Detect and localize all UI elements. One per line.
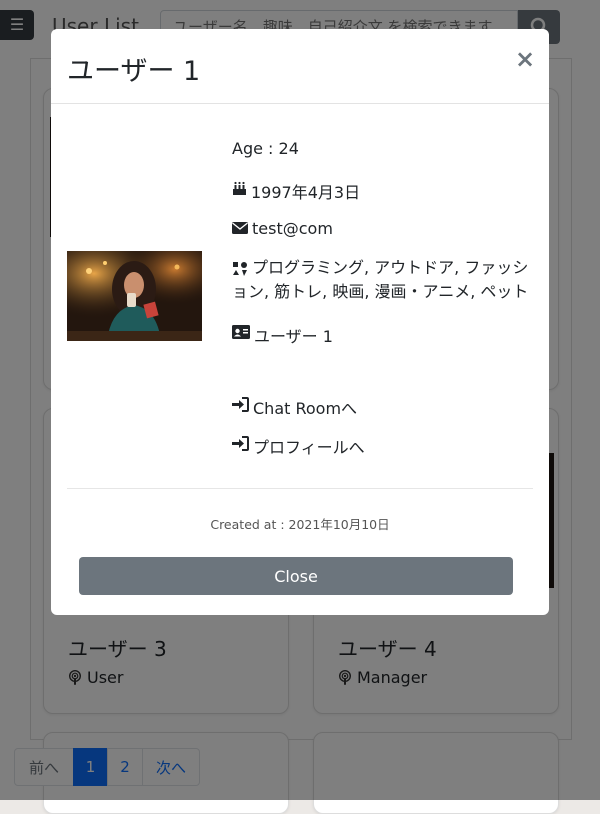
profile-link-label[interactable]: プロフィールへ bbox=[253, 434, 365, 458]
profile-link[interactable]: プロフィールへ bbox=[232, 434, 365, 458]
user-detail-modal: ユーザー 1 × Age: 24 1997年4月3日 test@com プログ… bbox=[51, 29, 549, 615]
age-text: Age : 24 bbox=[232, 139, 299, 158]
name-text: ユーザー 1 bbox=[254, 327, 333, 346]
hobbies-text: プログラミング, アウトドア, ファッション, 筋トレ, 映画, 漫画・アニメ,… bbox=[232, 256, 532, 304]
modal-title: ユーザー 1 bbox=[67, 56, 201, 87]
chat-room-link-label[interactable]: Chat Roomへ bbox=[253, 395, 357, 419]
hobbies-value: プログラミング, アウトドア, ファッション, 筋トレ, 映画, 漫画・アニメ,… bbox=[232, 258, 529, 301]
sign-in-icon bbox=[232, 397, 249, 412]
birthday-row: 1997年4月3日 bbox=[232, 179, 360, 203]
birthday-text: 1997年4月3日 bbox=[251, 183, 361, 202]
id-card-icon bbox=[232, 325, 250, 339]
sign-in-icon bbox=[232, 436, 249, 451]
envelope-icon bbox=[232, 222, 248, 234]
chat-room-link[interactable]: Chat Roomへ bbox=[232, 395, 357, 419]
modal-body-divider bbox=[67, 488, 533, 489]
created-at-text: Created at : 2021年10月10日 bbox=[210, 517, 390, 532]
modal-header-divider bbox=[51, 103, 549, 104]
age-row: Age : 24 bbox=[232, 139, 299, 158]
close-button[interactable]: Close bbox=[79, 557, 513, 595]
email-row: test@com bbox=[232, 219, 333, 238]
name-row: ユーザー 1 bbox=[232, 323, 333, 347]
close-icon[interactable]: × bbox=[515, 47, 535, 71]
birthday-cake-icon bbox=[233, 181, 246, 195]
user-avatar bbox=[67, 251, 202, 341]
email-text: test@com bbox=[252, 219, 333, 238]
